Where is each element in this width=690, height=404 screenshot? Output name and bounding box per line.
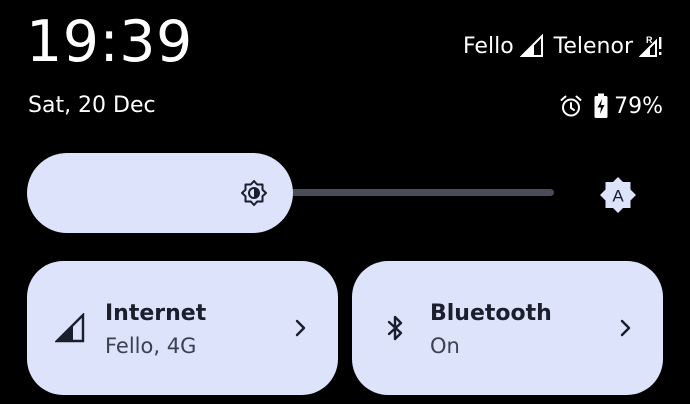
chevron-right-icon [615, 318, 635, 338]
carrier-2-label: Telenor [553, 33, 633, 59]
brightness-slider-track[interactable] [290, 189, 554, 196]
brightness-slider[interactable] [27, 153, 293, 233]
signal-roaming-icon: R [639, 34, 663, 58]
signal-icon [519, 34, 544, 58]
tile-title: Internet [105, 301, 207, 326]
tile-bluetooth[interactable]: Bluetooth On [352, 261, 663, 395]
carrier-1-label: Fello [462, 33, 514, 59]
tile-title: Bluetooth [430, 301, 552, 326]
tile-subtitle: On [430, 334, 460, 358]
auto-brightness-label: A [612, 187, 624, 206]
battery-percent: 79% [614, 93, 663, 119]
date[interactable]: Sat, 20 Dec [28, 91, 156, 121]
alarm-icon [559, 94, 583, 118]
tile-internet[interactable]: Internet Fello, 4G [27, 261, 338, 395]
svg-text:R: R [646, 35, 653, 45]
auto-brightness-icon[interactable]: A [598, 175, 638, 215]
tile-bluetooth-text: Bluetooth On [430, 300, 552, 361]
battery-charging-icon [593, 93, 609, 119]
clock[interactable]: 19:39 [26, 8, 193, 76]
brightness-icon [241, 180, 267, 206]
quick-settings-panel: 19:39 Sat, 20 Dec Fello Telenor R 79% A … [0, 0, 690, 404]
signal-icon [54, 312, 85, 343]
tile-internet-text: Internet Fello, 4G [105, 300, 206, 361]
chevron-right-icon [290, 318, 310, 338]
bluetooth-icon [380, 313, 410, 343]
tile-subtitle: Fello, 4G [105, 334, 197, 358]
system-status: 79% [549, 91, 663, 121]
carrier-status: Fello Telenor R [463, 29, 663, 63]
